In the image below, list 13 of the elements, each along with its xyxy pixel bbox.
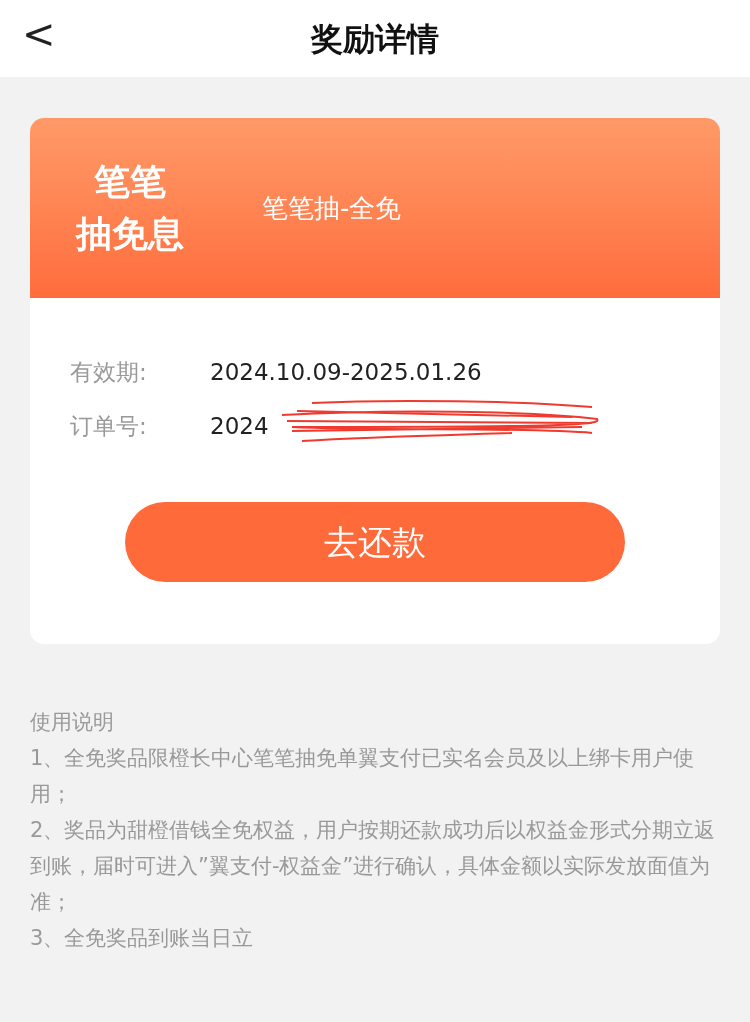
instructions-title: 使用说明	[30, 709, 115, 736]
reward-name: 笔笔抽-全免	[262, 191, 402, 225]
back-button[interactable]: <	[22, 14, 56, 54]
order-number: 2024	[210, 412, 269, 439]
instruction-text: 2、奖品为甜橙借钱全免权益，用户按期还款成功后以权益金形式分期立返到账，届时可进入”翼支付-权益金”进行确认，具体金额以实际发放面值为准；	[30, 817, 717, 916]
reward-badge-text: 抽免息	[76, 212, 184, 256]
instruction-text: 3、全免奖品到账当日立	[30, 925, 255, 952]
reward-badge-text: 笔笔	[94, 160, 166, 204]
detail-label: 有效期:	[70, 357, 148, 387]
detail-value: 2024.10.09-2025.01.26	[210, 357, 482, 387]
page-title: 奖励详情	[311, 18, 439, 60]
instruction-text: 1、全免奖品限橙长中心笔笔抽免单翼支付已实名会员及以上绑卡用户使用；	[30, 745, 696, 808]
detail-label: 订单号:	[70, 411, 148, 441]
